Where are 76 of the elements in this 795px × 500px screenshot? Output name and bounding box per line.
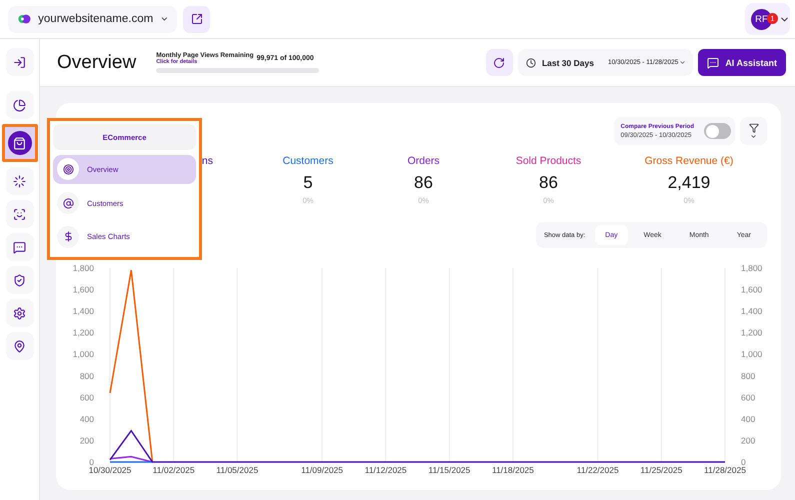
settings-icon [13,306,26,320]
y-axis-label: 1,200 [741,328,762,338]
chevron-down-icon [679,59,686,66]
metric-label: Gross Revenue (€) [644,155,734,167]
sign-in-icon [13,56,26,68]
metric-label: Orders [407,155,440,167]
y-axis-label: 600 [741,392,756,402]
sidebar-item[interactable] [6,266,34,294]
y-axis-label: 1,800 [741,263,762,273]
y-axis-label: 1,600 [741,284,762,295]
shopping-bag-icon [13,136,26,150]
filter-button[interactable] [740,117,767,145]
spinner-icon [13,174,26,188]
y-axis-label: 600 [80,392,94,402]
target-icon [57,158,79,180]
y-axis-label: 1,000 [72,349,94,360]
x-axis-label: 11/25/2025 [640,465,682,475]
refresh-icon [493,56,506,68]
open-external-button[interactable] [183,6,210,32]
y-axis-label: 800 [741,370,756,381]
y-axis-label: 400 [741,414,756,424]
sidebar-item[interactable] [6,332,34,360]
metric-value: 86 [414,173,433,193]
compare-toggle[interactable] [704,123,731,139]
x-axis-label: 11/09/2025 [301,465,344,475]
metric-label: ns [202,155,213,167]
x-axis-label: 11/12/2025 [364,465,407,475]
sidebar-item[interactable] [6,167,34,195]
x-axis-label: 11/05/2025 [216,465,258,475]
y-axis-label: 0 [741,457,746,467]
y-axis-label: 1,000 [741,349,762,360]
sidebar-item[interactable] [6,200,34,228]
face-scan-icon [13,208,26,220]
sidebar-item[interactable] [6,299,34,327]
y-axis-label: 400 [80,414,94,424]
metric-value: 2,419 [668,173,710,193]
chat-icon [13,240,26,254]
y-axis-label: 1,800 [72,263,94,273]
x-axis-label: 11/02/2025 [152,465,195,475]
y-axis-label: 200 [741,435,756,446]
clock-icon [526,58,536,68]
metric-value: 86 [539,173,558,193]
y-axis-label: 1,400 [741,306,762,316]
x-axis-label: 11/28/2025 [704,465,746,475]
sidebar-item[interactable] [6,233,34,261]
page-title: Overview [57,52,136,74]
date-preset: Last 30 Days [542,58,594,68]
chevron-down-icon [750,132,757,140]
pie-chart-icon [13,98,26,112]
at-sign-icon [57,192,79,214]
x-axis-label: 11/18/2025 [492,465,534,475]
shield-check-icon [13,274,26,286]
refresh-button[interactable] [486,49,513,76]
y-axis-label: 200 [80,435,94,446]
x-axis-label: 11/22/2025 [576,465,619,475]
y-axis-label: 1,400 [72,306,94,316]
metric-label: Customers [282,155,334,167]
site-selector[interactable]: yourwebsitename.com [8,6,177,32]
y-axis-label: 1,600 [72,284,94,295]
chat-icon [707,56,720,68]
x-axis-label: 11/15/2025 [428,465,470,475]
y-axis-label: 1,200 [72,328,94,338]
dollar-icon [57,226,79,248]
site-logo-icon [18,12,32,26]
map-pin-icon [13,340,26,352]
external-link-icon [190,13,202,25]
y-axis-label: 0 [89,457,94,467]
metric-label: Sold Products [516,155,582,167]
sidebar-item[interactable] [2,124,38,162]
y-axis-label: 800 [80,370,94,381]
x-axis-label: 10/30/2025 [88,465,132,475]
filter-icon [748,122,758,132]
sidebar-item[interactable] [6,48,34,76]
sidebar-item[interactable] [6,91,34,119]
ai-assistant-button[interactable]: AI Assistant [698,49,786,76]
metric-value: 5 [303,173,313,193]
